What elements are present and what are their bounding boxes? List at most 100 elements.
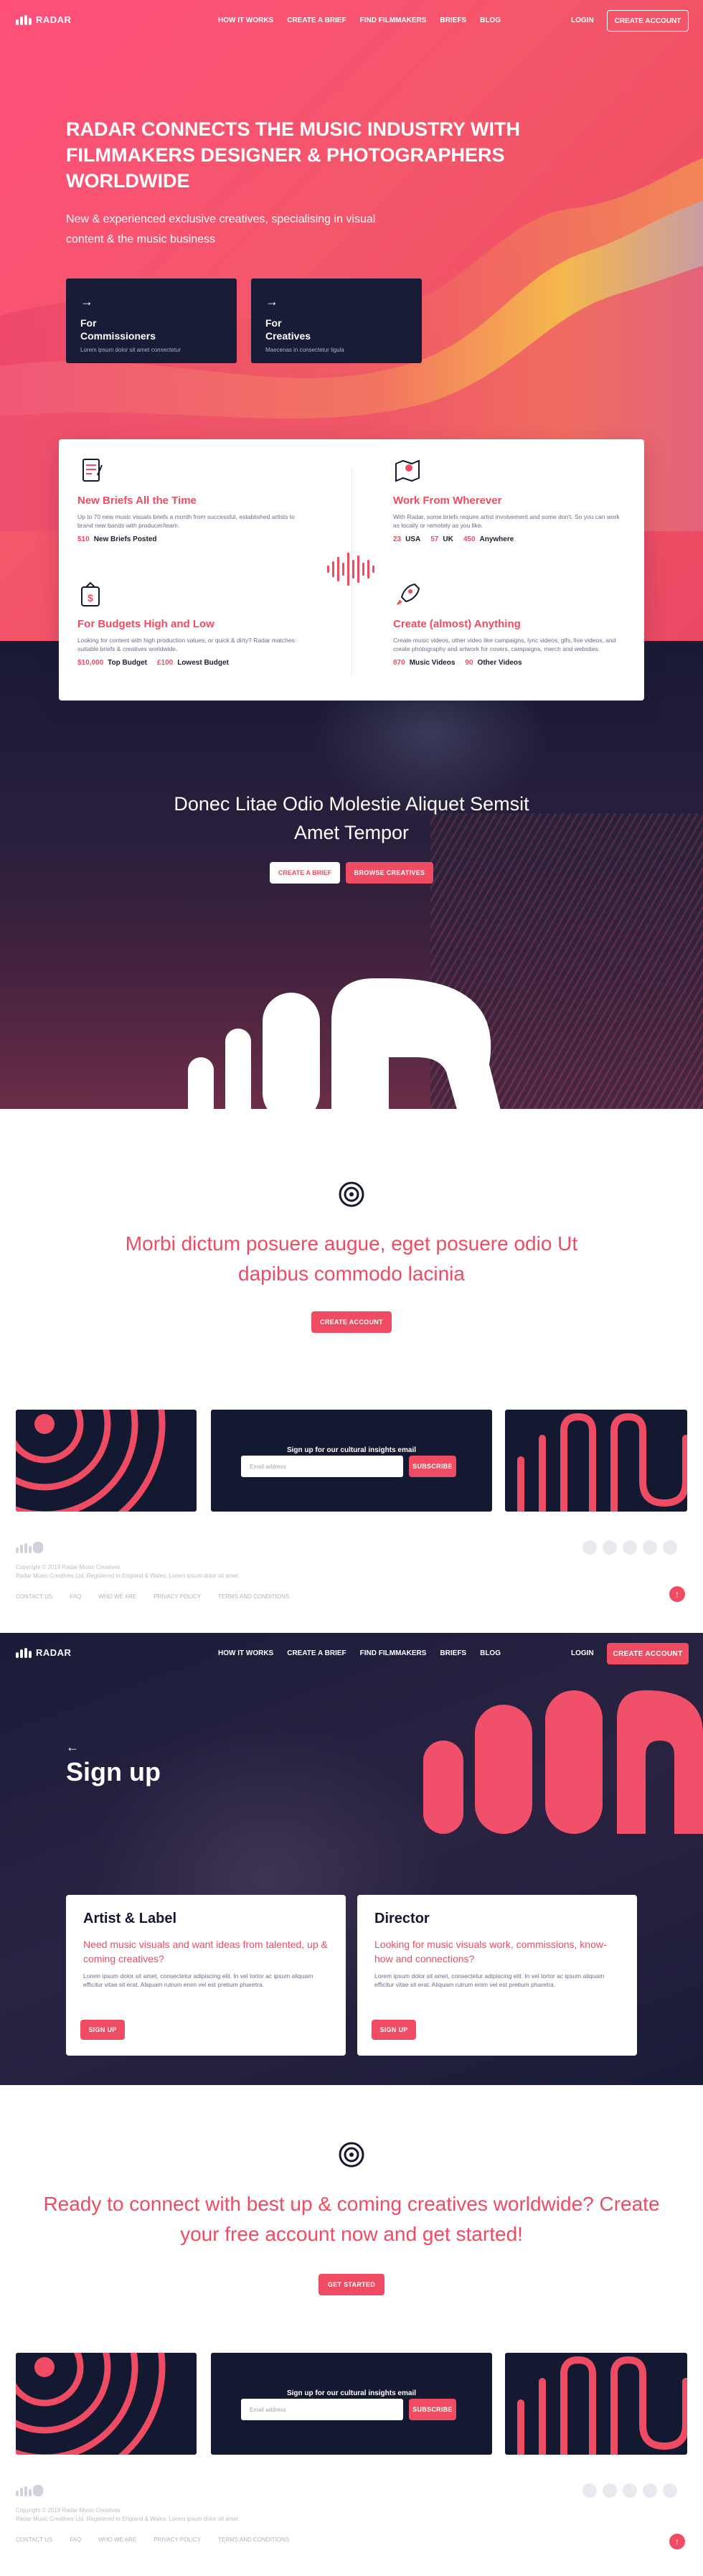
- promo-text: Morbi dictum posuere augue, eget posuere…: [125, 1232, 578, 1285]
- footer-link-privacy[interactable]: PRIVACY POLICY: [154, 1593, 201, 1600]
- footer-copyright: Copyright © 2019 Radar Music Creatives: [16, 2507, 121, 2514]
- director-signup-button[interactable]: SIGN UP: [372, 2020, 416, 2040]
- twitter-icon[interactable]: [603, 2483, 617, 2498]
- social-links: [582, 2483, 677, 2498]
- card-title: Commissioners: [80, 330, 156, 342]
- footer-link-terms[interactable]: TERMS AND CONDITIONS: [218, 1593, 289, 1600]
- nav-link-find-filmmakers[interactable]: FIND FILMMAKERS: [360, 1649, 427, 1657]
- card-label: For: [80, 317, 97, 329]
- studio-headline: Donec Litae Odio Molestie Aliquet Semsit…: [174, 793, 529, 843]
- card-title: Artist & Label: [83, 1911, 177, 1926]
- commissioners-card[interactable]: → For Commissioners Lorem ipsum dolor si…: [66, 278, 237, 363]
- svg-text:$: $: [88, 592, 93, 604]
- card-lead: Looking for music visuals work, commissi…: [374, 1939, 607, 1964]
- hero-title: RADAR CONNECTS THE MUSIC INDUSTRY WITH F…: [66, 118, 520, 192]
- back-to-top-icon[interactable]: ↑: [669, 1586, 685, 1602]
- footer-links: CONTACT US FAQ WHO WE ARE PRIVACY POLICY…: [16, 2537, 289, 2543]
- nav-link-create-brief[interactable]: CREATE A BRIEF: [287, 1649, 346, 1657]
- director-card: Director Looking for music visuals work,…: [357, 1895, 637, 2056]
- nav-links: HOW IT WORKS CREATE A BRIEF FIND FILMMAK…: [218, 17, 501, 24]
- back-arrow-icon[interactable]: ←: [66, 1740, 79, 1755]
- stat: 57 UK: [430, 535, 453, 543]
- newsletter-tile: Sign up for our cultural insights email …: [211, 1410, 492, 1512]
- logo-mark-icon: [16, 1647, 32, 1658]
- create-account-button[interactable]: CREATE ACCOUNT: [311, 1311, 392, 1333]
- logo[interactable]: RADAR: [16, 14, 71, 25]
- money-bag-icon: $: [81, 581, 100, 606]
- nav-link-find-filmmakers[interactable]: FIND FILMMAKERS: [360, 17, 427, 24]
- feature-desc: Create music videos, other video like ca…: [393, 637, 616, 652]
- stat: 90 Other Videos: [465, 659, 522, 667]
- feature-desc: With Radar, some briefs require artist i…: [393, 513, 620, 529]
- map-pin-icon: [395, 459, 420, 482]
- card-desc: Lorem ipsum dolor sit amet, consectetur …: [83, 1972, 313, 1988]
- get-started-button[interactable]: GET STARTED: [319, 2274, 384, 2295]
- nav-link-briefs[interactable]: BRIEFS: [440, 17, 466, 24]
- instagram-icon[interactable]: [623, 1540, 637, 1555]
- radar-bars-tile: [505, 2353, 687, 2455]
- feature-stats: 870 Music Videos 90 Other Videos: [393, 659, 637, 667]
- feature-stats: $10,000 Top Budget £100 Lowest Budget: [77, 659, 321, 667]
- instagram-icon[interactable]: [623, 2483, 637, 2498]
- footer-link-contact[interactable]: CONTACT US: [16, 1593, 52, 1600]
- feature-work-from-wherever: Work From Wherever With Radar, some brie…: [393, 456, 637, 543]
- card-title: Director: [374, 1911, 430, 1926]
- nav-link-create-brief[interactable]: CREATE A BRIEF: [287, 17, 346, 24]
- footer-link-privacy[interactable]: PRIVACY POLICY: [154, 2537, 201, 2543]
- subscribe-button[interactable]: SUBSCRIBE: [409, 2399, 456, 2420]
- vimeo-icon[interactable]: [663, 1540, 677, 1555]
- radar-big-mark-icon: [188, 978, 501, 1109]
- stat: $10,000 Top Budget: [77, 659, 147, 667]
- card-desc: Lorem ipsum dolor sit amet consectetur: [80, 347, 181, 353]
- nav-link-how-it-works[interactable]: HOW IT WORKS: [218, 1649, 273, 1657]
- footer-logo-icon[interactable]: [16, 2485, 43, 2496]
- footer-logo-icon[interactable]: [16, 1542, 43, 1553]
- artist-signup-button[interactable]: SIGN UP: [80, 2020, 125, 2040]
- create-account-button[interactable]: CREATE ACCOUNT: [607, 10, 689, 32]
- footer-links: CONTACT US FAQ WHO WE ARE PRIVACY POLICY…: [16, 1593, 289, 1600]
- feature-new-briefs: New Briefs All the Time Up to 70 new mus…: [77, 456, 321, 543]
- concentric-rings-graphic: [16, 1410, 166, 1512]
- youtube-icon[interactable]: [643, 2483, 657, 2498]
- feature-budgets: $ For Budgets High and Low Looking for c…: [77, 580, 321, 667]
- browse-creatives-button[interactable]: BROWSE CREATIVES: [346, 862, 433, 884]
- vimeo-icon[interactable]: [663, 2483, 677, 2498]
- brief-document-icon: [82, 459, 103, 482]
- facebook-icon[interactable]: [582, 1540, 597, 1555]
- footer-link-who[interactable]: WHO WE ARE: [98, 2537, 136, 2543]
- footer-address: Radar Music Creatives Ltd. Registered in…: [16, 2516, 239, 2522]
- radar-target-icon: [339, 1181, 364, 1207]
- nav-link-briefs[interactable]: BRIEFS: [440, 1649, 466, 1657]
- nav-link-blog[interactable]: BLOG: [480, 1649, 501, 1657]
- radar-bars-tile: [505, 1410, 687, 1512]
- footer-link-terms[interactable]: TERMS AND CONDITIONS: [218, 2537, 289, 2543]
- youtube-icon[interactable]: [643, 1540, 657, 1555]
- feature-stats: $10 New Briefs Posted: [77, 535, 321, 543]
- footer-link-who[interactable]: WHO WE ARE: [98, 1593, 136, 1600]
- email-input[interactable]: Email address: [241, 1456, 403, 1477]
- top-nav: RADAR HOW IT WORKS CREATE A BRIEF FIND F…: [0, 1633, 703, 1675]
- create-account-button[interactable]: CREATE ACCOUNT: [607, 1643, 689, 1664]
- twitter-icon[interactable]: [603, 1540, 617, 1555]
- nav-link-blog[interactable]: BLOG: [480, 17, 501, 24]
- footer-link-faq[interactable]: FAQ: [70, 1593, 81, 1600]
- login-link[interactable]: LOGIN: [571, 1649, 594, 1657]
- rocket-icon: [397, 583, 420, 605]
- stat: 23 USA: [393, 535, 421, 543]
- newsletter-tile: Sign up for our cultural insights email …: [211, 2353, 492, 2455]
- login-link[interactable]: LOGIN: [571, 17, 594, 24]
- signup-title: Sign up: [66, 1757, 161, 1786]
- email-input[interactable]: Email address: [241, 2399, 403, 2420]
- create-brief-button[interactable]: CREATE A BRIEF: [270, 862, 340, 884]
- stat: $10 New Briefs Posted: [77, 535, 157, 543]
- logo-text: RADAR: [36, 1647, 72, 1658]
- creatives-card[interactable]: → For Creatives Maecenas in consectetur …: [251, 278, 422, 363]
- back-to-top-icon[interactable]: ↑: [669, 2534, 685, 2549]
- footer-link-contact[interactable]: CONTACT US: [16, 2537, 52, 2543]
- facebook-icon[interactable]: [582, 2483, 597, 2498]
- footer-link-faq[interactable]: FAQ: [70, 2537, 81, 2543]
- nav-link-how-it-works[interactable]: HOW IT WORKS: [218, 17, 273, 24]
- card-desc: Lorem ipsum dolor sit amet, consectetur …: [374, 1972, 605, 1988]
- subscribe-button[interactable]: SUBSCRIBE: [409, 1456, 456, 1477]
- logo[interactable]: RADAR: [16, 1647, 71, 1658]
